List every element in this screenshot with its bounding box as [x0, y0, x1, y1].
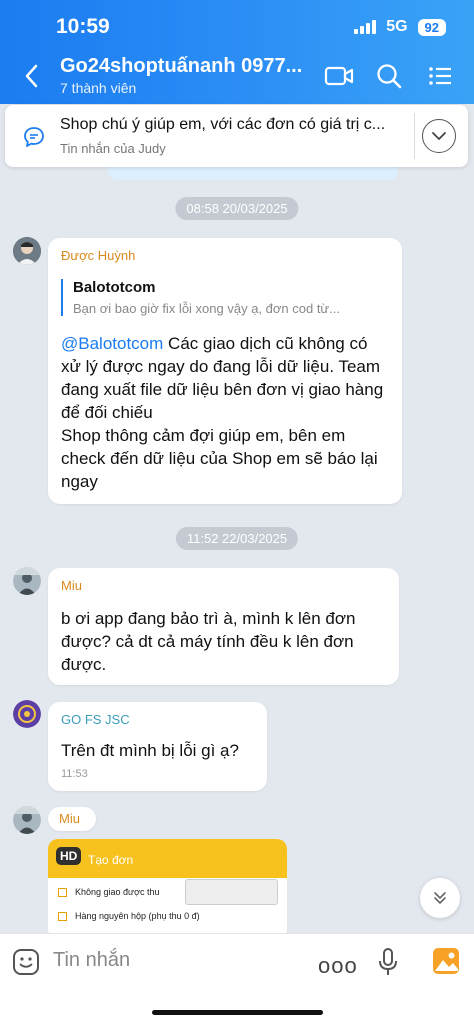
image-button[interactable]: [432, 947, 460, 980]
message-text: b ơi app đang bảo trì à, mình k lên đơn …: [61, 609, 356, 674]
scroll-to-bottom-button[interactable]: [420, 878, 460, 918]
emoji-icon: [13, 949, 39, 975]
sender-name[interactable]: Miu: [61, 578, 386, 593]
message-bubble[interactable]: GO FS JSC Trên đt mình bị lỗi gì ạ? 11:5…: [48, 702, 267, 791]
member-count[interactable]: 7 thành viên: [60, 80, 136, 96]
message-text: @Balototcom Các giao dịch cũ không có xử…: [61, 334, 384, 491]
amount-input[interactable]: [185, 879, 278, 905]
date-separator: 08:58 20/03/2025: [175, 197, 299, 220]
more-options-button[interactable]: ooo: [318, 953, 358, 979]
message-text: Trên đt mình bị lỗi gì ạ?: [61, 741, 239, 760]
pinned-sender: Tin nhắn của Judy: [60, 141, 166, 156]
chat-header: 10:59 5G 92 Go24shoptuấnanh 0977... 7 th…: [0, 0, 474, 104]
checkbox-row[interactable]: Hàng nguyên hộp (phụ thu 0 đ): [58, 911, 200, 921]
back-button[interactable]: [20, 62, 44, 90]
message-input[interactable]: Tin nhắn: [53, 949, 130, 972]
checkbox-label: Hàng nguyên hộp (phụ thu 0 đ): [75, 911, 200, 921]
list-menu-icon: [429, 67, 451, 85]
chevron-left-icon: [25, 64, 38, 88]
signal-icon: [354, 20, 377, 34]
sender-tag[interactable]: Miu: [48, 807, 96, 831]
checkbox-label: Không giao được thu: [75, 887, 160, 897]
chevron-down-icon: [432, 132, 446, 140]
message-bubble[interactable]: Miu b ơi app đang bảo trì à, mình k lên …: [48, 568, 399, 685]
quote-author: Balototcom: [73, 279, 156, 296]
image-icon: [433, 948, 459, 974]
video-camera-icon: [324, 66, 354, 86]
avatar[interactable]: [13, 567, 41, 595]
quoted-message[interactable]: Balototcom Bạn ơi bao giờ fix lỗi xong v…: [61, 279, 389, 316]
video-call-button[interactable]: [324, 62, 354, 90]
sender-name[interactable]: GO FS JSC: [61, 712, 254, 727]
avatar[interactable]: [13, 806, 41, 834]
menu-button[interactable]: [426, 62, 456, 90]
microphone-icon: [379, 948, 397, 975]
home-indicator: [152, 1010, 323, 1015]
message-time: 11:53: [61, 768, 88, 780]
checkbox[interactable]: [58, 911, 67, 921]
pinned-message[interactable]: Shop chú ý giúp em, với các đơn có giá t…: [5, 105, 468, 167]
search-button[interactable]: [375, 62, 405, 90]
expand-pinned-button[interactable]: [422, 119, 456, 153]
card-title: Tạo đơn: [88, 853, 134, 867]
sender-name[interactable]: Được Huỳnh: [61, 248, 389, 263]
card-header: HD Tạo đơn: [48, 839, 287, 878]
double-chevron-down-icon: [434, 892, 446, 905]
network-label: 5G: [386, 18, 408, 35]
checkbox-row[interactable]: Không giao được thu: [58, 887, 160, 897]
quote-text: Bạn ơi bao giờ fix lỗi xong vậy ạ, đơn c…: [73, 301, 340, 316]
status-time: 10:59: [56, 15, 110, 38]
create-order-card[interactable]: HD Tạo đơn Không giao được thu Hàng nguy…: [48, 839, 287, 939]
checkbox[interactable]: [58, 887, 67, 897]
voice-button[interactable]: [377, 947, 399, 982]
chat-bubble-icon: [22, 125, 46, 149]
battery-badge: 92: [417, 18, 446, 36]
mention[interactable]: @Balototcom: [61, 334, 163, 353]
divider: [414, 113, 415, 159]
search-icon: [377, 64, 402, 89]
emoji-button[interactable]: [12, 948, 40, 981]
avatar[interactable]: [13, 237, 41, 265]
avatar[interactable]: [13, 700, 41, 728]
sender-name[interactable]: Miu: [59, 811, 85, 826]
status-indicators: 5G 92: [354, 18, 446, 36]
message-bubble[interactable]: Được Huỳnh Balototcom Bạn ơi bao giờ fix…: [48, 238, 402, 504]
date-separator: 11:52 22/03/2025: [175, 527, 299, 550]
chat-title[interactable]: Go24shoptuấnanh 0977...: [60, 55, 310, 78]
hd-badge: HD: [56, 847, 82, 865]
pinned-text: Shop chú ý giúp em, với các đơn có giá t…: [60, 116, 386, 133]
